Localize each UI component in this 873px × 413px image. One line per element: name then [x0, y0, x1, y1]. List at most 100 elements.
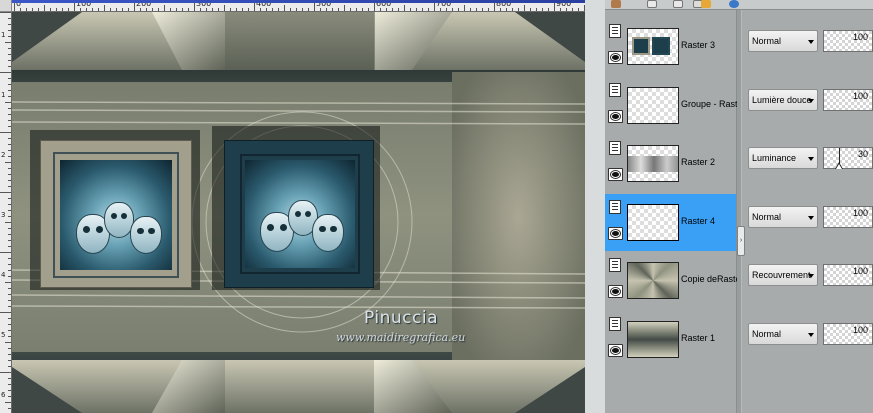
opacity-slider[interactable]: 30 [823, 147, 873, 169]
layer-row[interactable]: Raster 4 [605, 194, 736, 251]
layer-page-icon[interactable] [609, 258, 621, 272]
ruler-tick [8, 300, 11, 301]
ruler-tick [404, 5, 405, 11]
ruler-label: 1 [1, 31, 6, 39]
visibility-eye-icon[interactable] [608, 285, 623, 298]
ruler-tick [8, 96, 11, 97]
left-mask-3 [130, 216, 162, 254]
visibility-eye-icon[interactable] [608, 168, 623, 181]
layer-row[interactable]: Copie deRaste [605, 252, 737, 309]
chevron-down-icon [808, 274, 814, 278]
opacity-slider[interactable]: 100 [823, 30, 873, 52]
visibility-eye-icon[interactable] [608, 110, 623, 123]
ruler-tick [278, 8, 279, 11]
ruler-tick [8, 360, 11, 361]
panel-divider[interactable] [736, 10, 742, 413]
chevron-down-icon [808, 216, 814, 220]
ruler-tick [200, 8, 201, 11]
blend-mode-label: Normal [752, 36, 782, 46]
opacity-value: 100 [852, 91, 868, 101]
ruler-tick [440, 8, 441, 11]
layer-row[interactable]: Raster 3 [605, 18, 736, 75]
duplicate-layer-icon[interactable] [673, 0, 683, 8]
layer-name[interactable]: Copie deRaste [681, 274, 737, 284]
slider-knob-icon[interactable] [835, 162, 843, 169]
layer-row[interactable]: Groupe - Rast [605, 77, 737, 134]
ruler-tick [182, 8, 183, 11]
ruler-tick [8, 294, 11, 295]
ruler-tick [446, 8, 447, 11]
ruler-tick [8, 108, 11, 109]
ruler-tick [8, 258, 11, 259]
ruler-tick [140, 8, 141, 11]
opacity-slider[interactable]: 100 [823, 323, 873, 345]
chevron-down-icon [808, 333, 814, 337]
new-layer-icon[interactable] [647, 0, 657, 8]
ruler-tick [8, 36, 11, 37]
ruler-tick [0, 12, 11, 13]
ruler-tick [578, 8, 579, 11]
layer-palette-icon[interactable] [611, 0, 621, 8]
ruler-tick [308, 8, 309, 11]
ruler-tick [152, 8, 153, 11]
ruler-tick [8, 168, 11, 169]
opacity-slider[interactable]: 100 [823, 206, 873, 228]
layer-thumbnail [627, 28, 679, 65]
ruler-tick [8, 408, 11, 409]
ruler-tick [422, 8, 423, 11]
blend-mode-select[interactable]: Recouvrement [748, 264, 818, 286]
ruler-tick [8, 246, 11, 247]
visibility-eye-icon[interactable] [608, 344, 623, 357]
layer-row[interactable]: Raster 1 [605, 311, 736, 368]
blend-mode-select[interactable]: Normal [748, 30, 818, 52]
layer-page-icon[interactable] [609, 317, 621, 331]
ruler-tick [8, 138, 11, 139]
opacity-slider[interactable]: 100 [823, 264, 873, 286]
ruler-tick [236, 8, 237, 11]
ruler-tick [260, 8, 261, 11]
ruler-tick [560, 8, 561, 11]
layer-page-icon[interactable] [609, 141, 621, 155]
visibility-eye-icon[interactable] [608, 51, 623, 64]
image-canvas[interactable]: Pinuccia www.maidiregrafica.eu [12, 12, 585, 413]
ruler-tick [542, 8, 543, 11]
ruler-label: 1 [1, 91, 6, 99]
properties-icon[interactable] [729, 0, 739, 8]
delete-layer-icon[interactable] [701, 0, 711, 8]
ruler-tick [506, 8, 507, 11]
ruler-tick [8, 240, 11, 241]
ruler-tick [356, 8, 357, 11]
ruler-label: 6 [1, 391, 6, 399]
ruler-tick [548, 8, 549, 11]
ruler-tick [8, 54, 11, 55]
layer-thumbnail [627, 262, 679, 299]
layer-name[interactable]: Raster 4 [681, 216, 737, 226]
blend-mode-select[interactable]: Normal [748, 206, 818, 228]
layer-name[interactable]: Raster 3 [681, 40, 737, 50]
ruler-tick [0, 72, 11, 73]
visibility-eye-icon[interactable] [608, 227, 623, 240]
ruler-tick [8, 60, 11, 61]
thumb-frame-right [652, 37, 670, 55]
blend-mode-select[interactable]: Normal [748, 323, 818, 345]
panel-collapse-handle[interactable]: › [737, 226, 745, 256]
ruler-tick [428, 8, 429, 11]
ruler-tick [8, 324, 11, 325]
ruler-tick [572, 8, 573, 11]
ruler-tick [416, 8, 417, 11]
opacity-slider[interactable]: 100 [823, 89, 873, 111]
ruler-tick [476, 8, 477, 11]
layer-name[interactable]: Raster 2 [681, 157, 737, 167]
blend-mode-select[interactable]: Lumière douce [748, 89, 818, 111]
opacity-value: 100 [852, 208, 868, 218]
layer-page-icon[interactable] [609, 200, 621, 214]
layer-page-icon[interactable] [609, 24, 621, 38]
blend-mode-select[interactable]: Luminance [748, 147, 818, 169]
layer-page-icon[interactable] [609, 83, 621, 97]
layer-row[interactable]: Raster 2 [605, 135, 736, 192]
layer-name[interactable]: Groupe - Rast [681, 99, 737, 109]
ruler-tick [332, 8, 333, 11]
ruler-tick [482, 8, 483, 11]
layer-name[interactable]: Raster 1 [681, 333, 737, 343]
layer-thumbnail [627, 321, 679, 358]
